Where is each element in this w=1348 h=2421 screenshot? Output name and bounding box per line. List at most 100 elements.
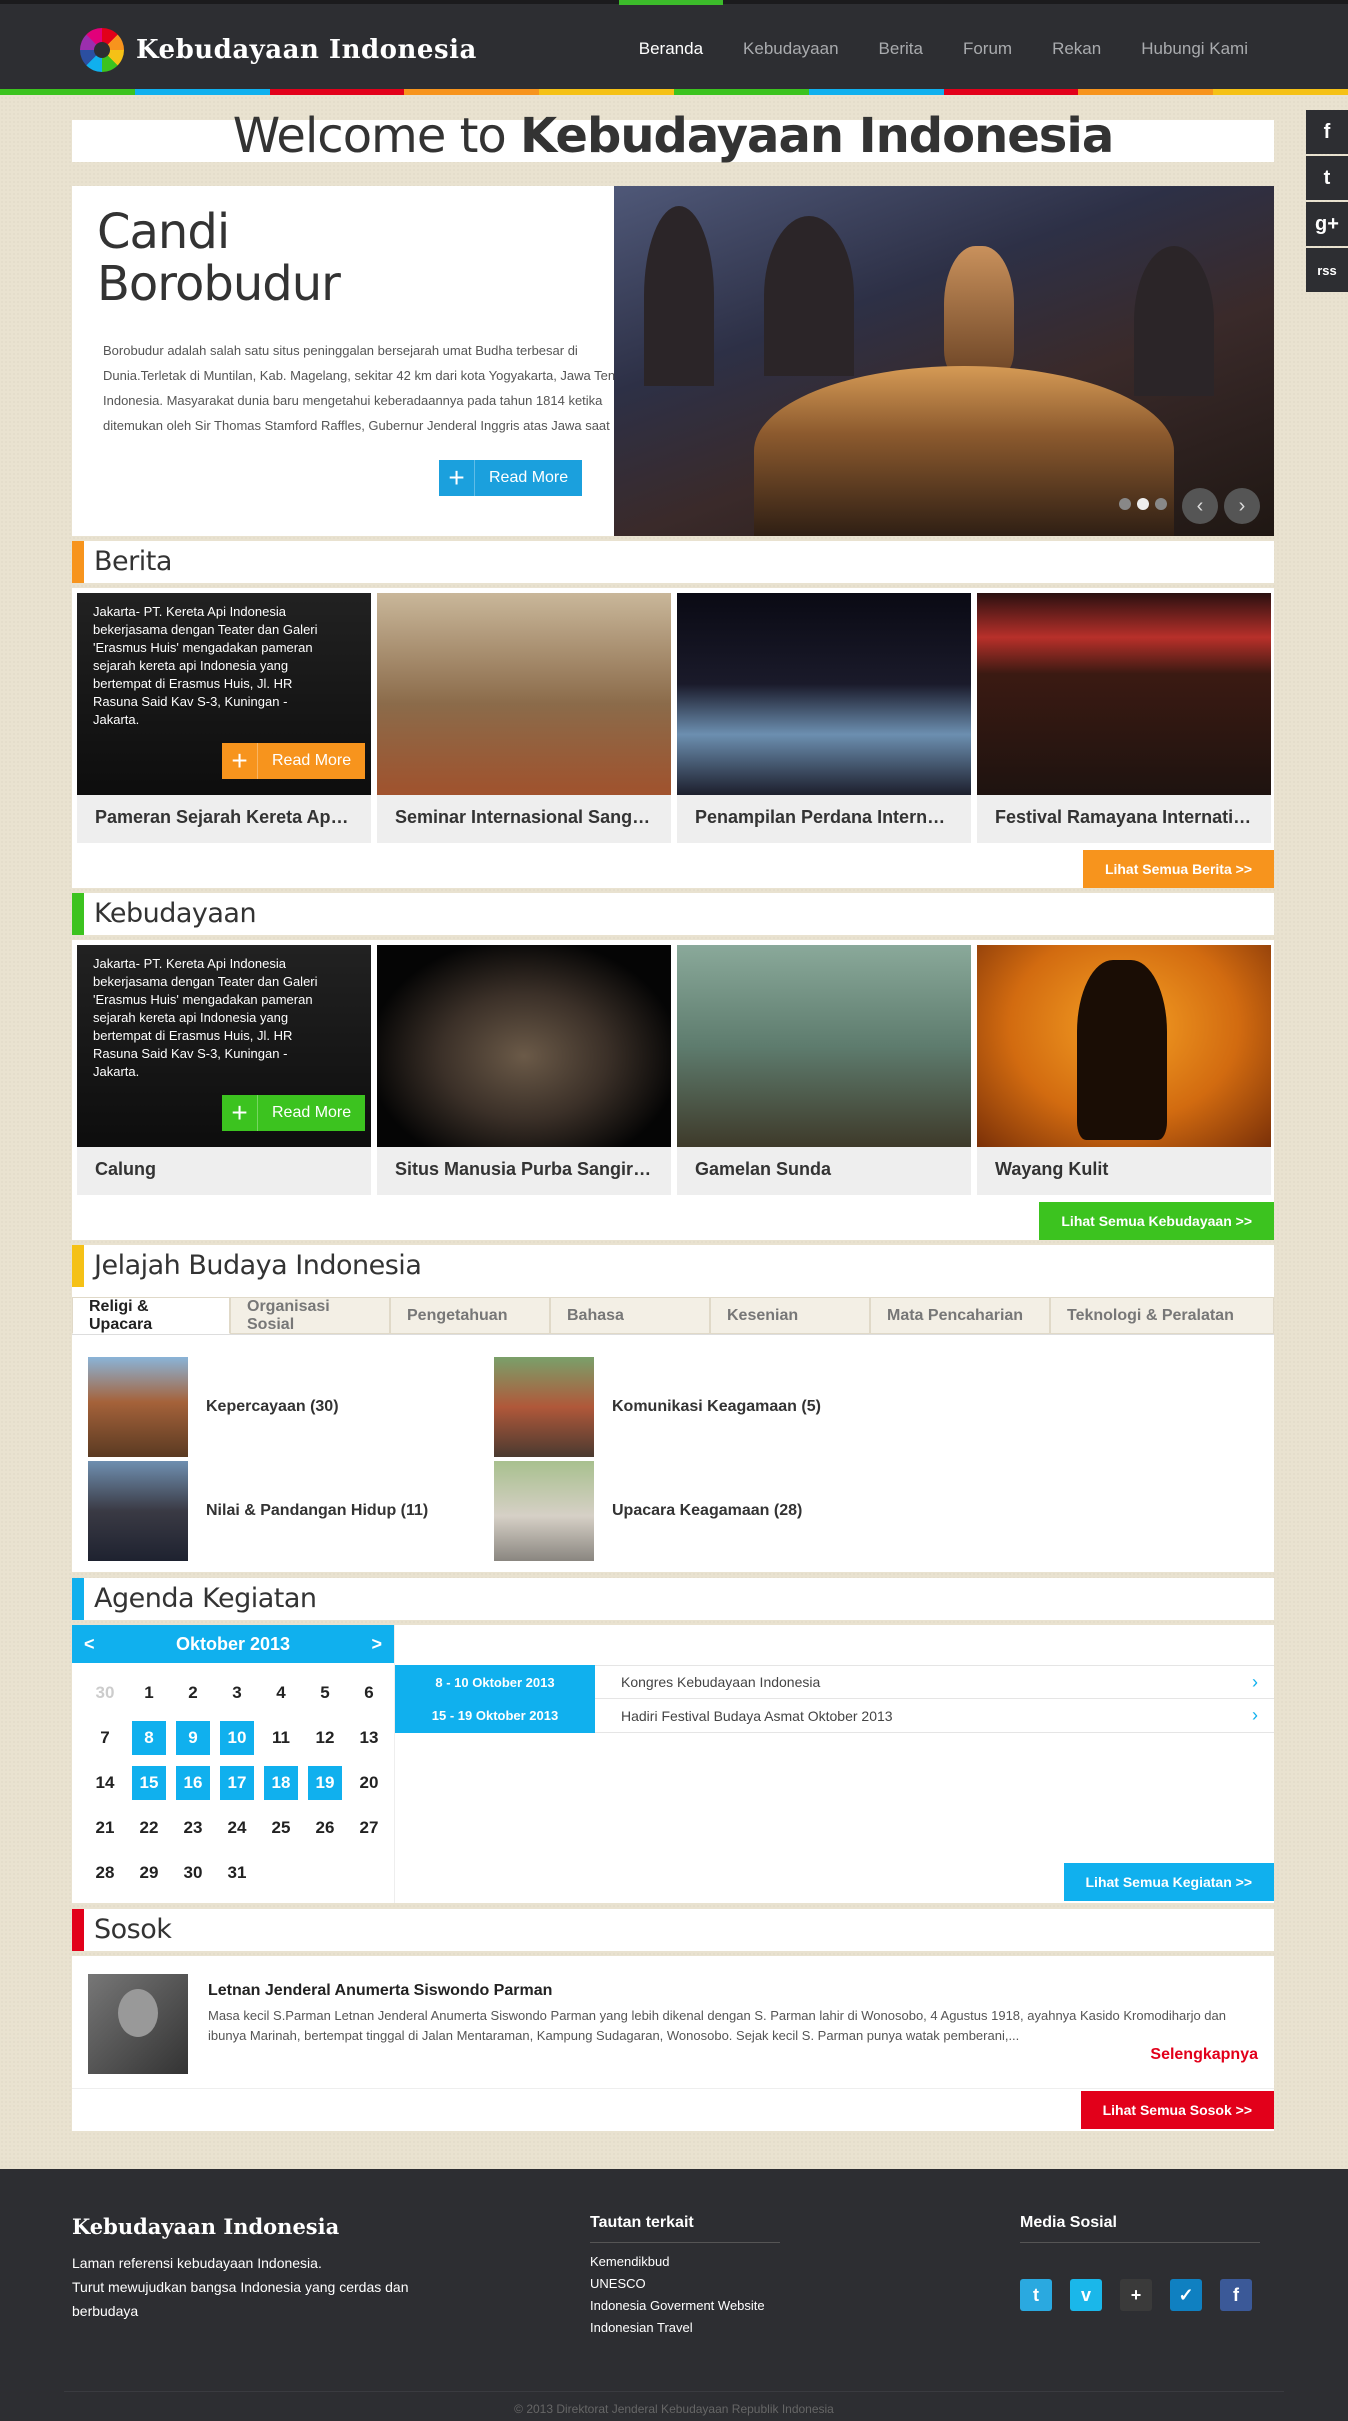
calendar-day[interactable]: 14 [85,1763,125,1803]
card-title[interactable]: Situs Manusia Purba Sangiran [377,1147,671,1192]
calendar-day[interactable]: 7 [85,1718,125,1758]
culture-card[interactable]: Jakarta- PT. Kereta Api Indonesia bekerj… [77,945,371,1195]
see-all-news-button[interactable]: Lihat Semua Berita >> [1082,850,1274,888]
calendar-day[interactable]: 5 [305,1673,345,1713]
calendar-day[interactable]: 19 [308,1766,342,1800]
card-read-more-button[interactable]: + Read More [222,1095,366,1131]
calendar-day[interactable]: 6 [349,1673,389,1713]
calendar-day[interactable]: 8 [132,1721,166,1755]
calendar-day[interactable]: 30 [85,1673,125,1713]
facebook-icon[interactable]: f [1306,110,1348,154]
google-plus-icon[interactable]: + [1120,2279,1152,2311]
tab-religi-upacara[interactable]: Religi & Upacara [72,1297,230,1334]
calendar-day[interactable]: 23 [173,1808,213,1848]
category-item[interactable]: Upacara Keagamaan (28) [494,1461,894,1561]
calendar-day[interactable]: 26 [305,1808,345,1848]
nav-beranda[interactable]: Beranda [618,0,724,93]
card-title[interactable]: Penampilan Perdana Interna ... [677,795,971,840]
calendar-day[interactable]: 21 [85,1808,125,1848]
nav-hubungi-kami[interactable]: Hubungi Kami [1121,4,1268,93]
chevron-right-icon[interactable]: › [1252,1705,1274,1726]
calendar-day[interactable]: 30 [173,1853,213,1893]
slider-next-icon[interactable]: › [1224,488,1260,524]
calendar-day[interactable]: 29 [129,1853,169,1893]
news-card[interactable]: Festival Ramayana Internati ... [977,593,1271,843]
slider-dot[interactable] [1155,498,1167,510]
nav-kebudayaan[interactable]: Kebudayaan [723,4,858,93]
google-plus-icon[interactable]: g+ [1306,202,1348,246]
see-all-sosok-button[interactable]: Lihat Semua Sosok >> [1080,2091,1274,2129]
chevron-right-icon[interactable]: › [1252,1672,1274,1693]
twitter-icon[interactable]: t [1306,156,1348,200]
calendar-day[interactable]: 2 [173,1673,213,1713]
calendar-day[interactable]: 15 [132,1766,166,1800]
card-read-more-button[interactable]: + Read More [222,743,366,779]
news-card[interactable]: Jakarta- PT. Kereta Api Indonesia bekerj… [77,593,371,843]
facebook-icon[interactable]: f [1220,2279,1252,2311]
tab-kesenian[interactable]: Kesenian [710,1297,870,1334]
sosok-more-link[interactable]: Selengkapnya [1150,2046,1258,2064]
culture-card[interactable]: Wayang Kulit [977,945,1271,1195]
tab-organisasi-sosial[interactable]: Organisasi Sosial [230,1297,390,1334]
calendar-day[interactable]: 9 [176,1721,210,1755]
category-item[interactable]: Komunikasi Keagamaan (5) [494,1357,894,1457]
calendar-day[interactable]: 13 [349,1718,389,1758]
calendar-day[interactable]: 22 [129,1808,169,1848]
calendar-day[interactable]: 1 [129,1673,169,1713]
site-logo[interactable]: Kebudayaan Indonesia [80,28,477,72]
footer-link[interactable]: UNESCO [590,2273,780,2295]
event-title[interactable]: Hadiri Festival Budaya Asmat Oktober 201… [595,1708,1252,1724]
calendar-day[interactable]: 17 [220,1766,254,1800]
nav-forum[interactable]: Forum [943,4,1032,93]
slider-prev-icon[interactable]: ‹ [1182,488,1218,524]
calendar-day[interactable]: 12 [305,1718,345,1758]
card-title[interactable]: Gamelan Sunda [677,1147,971,1192]
calendar-day[interactable]: 11 [261,1718,301,1758]
footer-link[interactable]: Kemendikbud [590,2251,780,2273]
sosok-name[interactable]: Letnan Jenderal Anumerta Siswondo Parman [208,1982,552,2000]
footer-link[interactable]: Indonesian Travel [590,2317,780,2339]
card-title[interactable]: Pameran Sejarah Kereta Api ... [77,795,371,840]
tab-bahasa[interactable]: Bahasa [550,1297,710,1334]
news-card[interactable]: Penampilan Perdana Interna ... [677,593,971,843]
calendar-day[interactable]: 28 [85,1853,125,1893]
calendar-day[interactable]: 20 [349,1763,389,1803]
twitter-icon[interactable]: t [1020,2279,1052,2311]
tab-mata-pencaharian[interactable]: Mata Pencaharian [870,1297,1050,1334]
nav-rekan[interactable]: Rekan [1032,4,1121,93]
news-card[interactable]: Seminar Internasional Sangk ... [377,593,671,843]
calendar-day[interactable]: 24 [217,1808,257,1848]
culture-card[interactable]: Situs Manusia Purba Sangiran [377,945,671,1195]
calendar-day[interactable]: 16 [176,1766,210,1800]
card-title[interactable]: Festival Ramayana Internati ... [977,795,1271,840]
category-item[interactable]: Kepercayaan (30) [88,1357,488,1457]
tab-teknologi-peralatan[interactable]: Teknologi & Peralatan [1050,1297,1274,1334]
calendar-next-icon[interactable]: > [371,1634,382,1655]
card-title[interactable]: Seminar Internasional Sangk ... [377,795,671,840]
card-title[interactable]: Calung [77,1147,371,1192]
culture-card[interactable]: Gamelan Sunda [677,945,971,1195]
calendar-day[interactable]: 27 [349,1808,389,1848]
footer-link[interactable]: Indonesia Goverment Website [590,2295,780,2317]
calendar-day[interactable]: 31 [217,1853,257,1893]
event-title[interactable]: Kongres Kebudayaan Indonesia [595,1674,1252,1690]
hero-read-more-button[interactable]: + Read More [439,460,583,496]
card-title[interactable]: Wayang Kulit [977,1147,1271,1192]
slider-dot[interactable] [1119,498,1131,510]
see-all-culture-button[interactable]: Lihat Semua Kebudayaan >> [1039,1202,1274,1240]
see-all-events-button[interactable]: Lihat Semua Kegiatan >> [1063,1863,1274,1901]
foursquare-icon[interactable]: ✓ [1170,2279,1202,2311]
calendar-day[interactable]: 10 [220,1721,254,1755]
tab-pengetahuan[interactable]: Pengetahuan [390,1297,550,1334]
calendar-prev-icon[interactable]: < [84,1634,95,1655]
calendar-day[interactable]: 3 [217,1673,257,1713]
footer-logo[interactable]: Kebudayaan Indonesia [72,2214,452,2239]
calendar-day[interactable]: 18 [264,1766,298,1800]
event-row[interactable]: 8 - 10 Oktober 2013 Kongres Kebudayaan I… [395,1665,1274,1699]
slider-dot[interactable] [1137,498,1149,510]
rss-icon[interactable]: rss [1306,248,1348,292]
category-item[interactable]: Nilai & Pandangan Hidup (11) [88,1461,488,1561]
event-row[interactable]: 15 - 19 Oktober 2013 Hadiri Festival Bud… [395,1698,1274,1733]
vimeo-icon[interactable]: v [1070,2279,1102,2311]
calendar-day[interactable]: 25 [261,1808,301,1848]
